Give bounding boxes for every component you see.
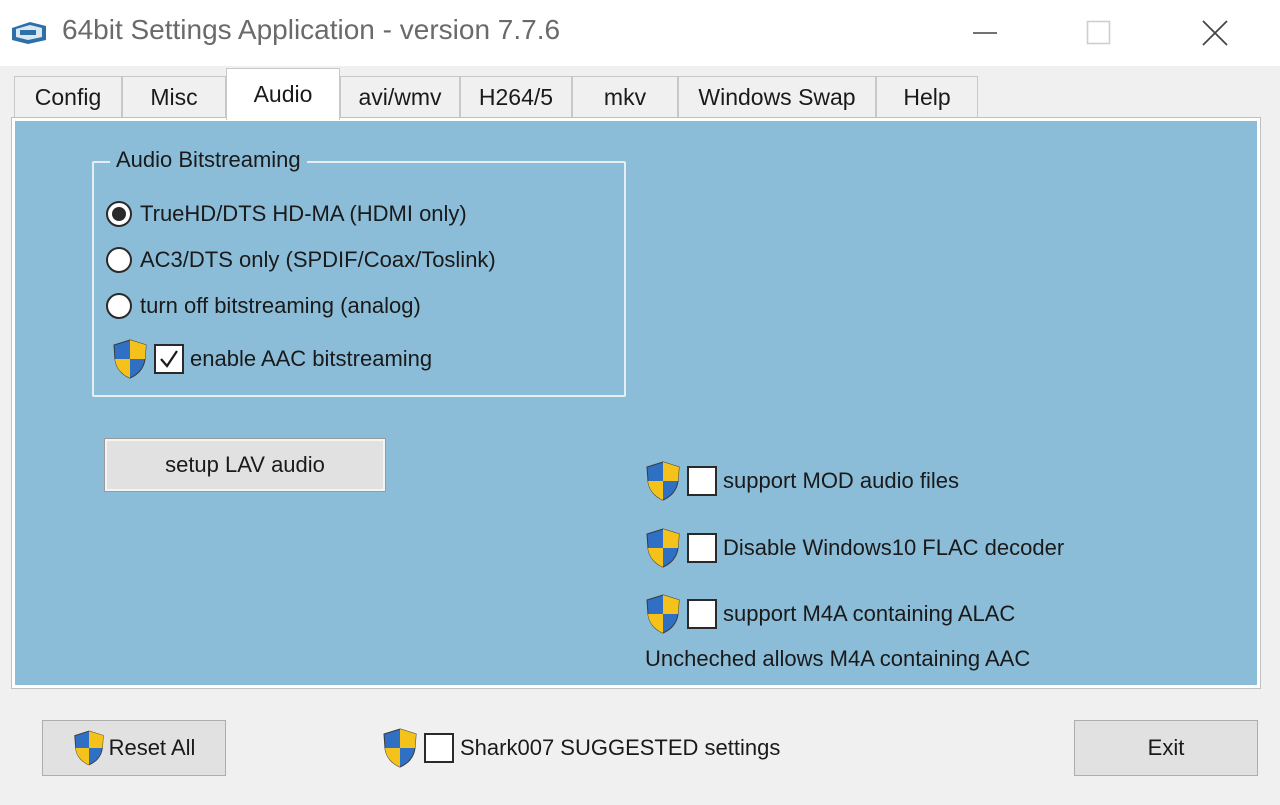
- checkbox-label: Disable Windows10 FLAC decoder: [723, 535, 1065, 560]
- checkbox-label: support MOD audio files: [723, 468, 959, 493]
- button-label: Exit: [1147, 735, 1185, 760]
- checkmark-icon: [160, 350, 178, 368]
- radio-label: turn off bitstreaming (analog): [140, 293, 421, 318]
- tab-label: Misc: [150, 84, 198, 110]
- checkbox-label: support M4A containing ALAC: [723, 601, 1016, 626]
- minimize-button[interactable]: [930, 0, 1040, 66]
- radio-dot: [112, 207, 126, 221]
- uac-shield-icon: [646, 594, 680, 634]
- checkbox-label: enable AAC bitstreaming: [190, 346, 433, 371]
- support-mod-checkbox[interactable]: [687, 466, 717, 496]
- uac-shield-icon: [646, 461, 680, 501]
- tab-config[interactable]: Config: [14, 76, 122, 118]
- support-m4a-alac-checkbox[interactable]: [687, 599, 717, 629]
- button-label: Reset All: [108, 735, 196, 760]
- maximize-button[interactable]: [1044, 0, 1154, 66]
- tab-audio[interactable]: Audio: [226, 68, 340, 120]
- support-mod-checkbox-row[interactable]: support MOD audio files: [645, 461, 959, 501]
- radio-circle[interactable]: [106, 247, 132, 273]
- uac-shield-icon: [113, 339, 147, 379]
- radio-circle[interactable]: [106, 293, 132, 319]
- audio-panel: Audio Bitstreaming TrueHD/DTS HD-MA (HDM…: [11, 117, 1261, 689]
- disable-flac-checkbox-row[interactable]: Disable Windows10 FLAC decoder: [645, 528, 1064, 568]
- uac-shield-icon: [73, 730, 104, 766]
- tab-label: Windows Swap: [698, 84, 856, 110]
- tab-label: mkv: [603, 84, 647, 110]
- minimize-icon: [973, 32, 997, 34]
- uac-shield-icon: [383, 728, 417, 768]
- tab-help[interactable]: Help: [876, 76, 978, 118]
- button-label: setup LAV audio: [165, 452, 325, 477]
- window-title: 64bit Settings Application - version 7.7…: [62, 14, 561, 45]
- enable-aac-checkbox[interactable]: [154, 344, 184, 374]
- checkbox-label: Shark007 SUGGESTED settings: [460, 735, 781, 760]
- app-icon: [10, 20, 48, 51]
- group-title: Audio Bitstreaming: [110, 147, 307, 173]
- suggested-settings-checkbox-row[interactable]: Shark007 SUGGESTED settings: [382, 728, 780, 768]
- support-m4a-alac-checkbox-row[interactable]: support M4A containing ALAC: [645, 594, 1015, 634]
- maximize-icon: [1086, 20, 1111, 45]
- exit-button[interactable]: Exit: [1074, 720, 1258, 776]
- uac-shield-icon: [646, 528, 680, 568]
- tab-windows-swap[interactable]: Windows Swap: [678, 76, 876, 118]
- tab-label: avi/wmv: [358, 84, 442, 110]
- close-icon: [1202, 20, 1228, 46]
- suggested-settings-checkbox[interactable]: [424, 733, 454, 763]
- m4a-note: Uncheched allows M4A containing AAC: [645, 646, 1031, 671]
- title-bar: 64bit Settings Application - version 7.7…: [0, 0, 1280, 66]
- radio-bitstreaming-off[interactable]: turn off bitstreaming (analog): [106, 293, 421, 319]
- tab-mkv[interactable]: mkv: [572, 76, 678, 118]
- tab-avi-wmv[interactable]: avi/wmv: [340, 76, 460, 118]
- audio-bitstreaming-group: Audio Bitstreaming TrueHD/DTS HD-MA (HDM…: [92, 147, 626, 397]
- tab-h264[interactable]: H264/5: [460, 76, 572, 118]
- tab-label: H264/5: [478, 84, 554, 110]
- radio-ac3-dts[interactable]: AC3/DTS only (SPDIF/Coax/Toslink): [106, 247, 496, 273]
- tab-label: Audio: [253, 81, 313, 107]
- radio-label: AC3/DTS only (SPDIF/Coax/Toslink): [140, 247, 496, 272]
- disable-flac-checkbox[interactable]: [687, 533, 717, 563]
- setup-lav-audio-button[interactable]: setup LAV audio: [104, 438, 386, 492]
- tab-label: Help: [903, 84, 951, 110]
- close-button[interactable]: [1160, 0, 1270, 66]
- tab-misc[interactable]: Misc: [122, 76, 226, 118]
- reset-all-button[interactable]: Reset All: [42, 720, 226, 776]
- radio-truehd[interactable]: TrueHD/DTS HD-MA (HDMI only): [106, 201, 467, 227]
- radio-label: TrueHD/DTS HD-MA (HDMI only): [140, 201, 467, 226]
- enable-aac-checkbox-row[interactable]: enable AAC bitstreaming: [112, 339, 432, 379]
- radio-circle[interactable]: [106, 201, 132, 227]
- tab-label: Config: [34, 84, 102, 110]
